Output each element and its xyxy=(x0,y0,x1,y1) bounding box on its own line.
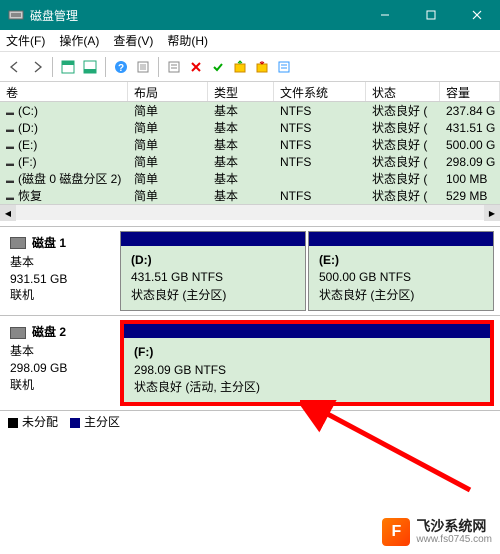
col-volume[interactable]: 卷 xyxy=(0,82,128,101)
partition[interactable]: (D:)431.51 GB NTFS状态良好 (主分区) xyxy=(120,231,306,311)
scroll-right-icon[interactable]: ▶ xyxy=(484,205,500,221)
help-icon[interactable]: ? xyxy=(112,58,130,76)
swatch-navy-icon xyxy=(70,418,80,428)
h-scrollbar[interactable]: ◀ ▶ xyxy=(0,204,500,220)
table-row[interactable]: ▬(F:)简单基本NTFS状态良好 (298.09 G xyxy=(0,153,500,170)
forward-icon[interactable] xyxy=(28,58,46,76)
col-type[interactable]: 类型 xyxy=(208,82,274,101)
separator xyxy=(105,57,106,77)
watermark-logo-icon: F xyxy=(382,518,410,546)
menu-help[interactable]: 帮助(H) xyxy=(167,32,208,49)
disk-graphical-pane: 磁盘 1基本931.51 GB联机(D:)431.51 GB NTFS状态良好 … xyxy=(0,226,500,410)
col-status[interactable]: 状态 xyxy=(366,82,440,101)
back-icon[interactable] xyxy=(6,58,24,76)
table-row[interactable]: ▬(C:)简单基本NTFS状态良好 (237.84 G xyxy=(0,102,500,119)
disk-icon xyxy=(10,237,26,249)
partition[interactable]: (E:)500.00 GB NTFS状态良好 (主分区) xyxy=(308,231,494,311)
legend-unallocated: 未分配 xyxy=(8,413,58,430)
toolbar: ? xyxy=(0,52,500,82)
view-top-icon[interactable] xyxy=(59,58,77,76)
volume-table-body: ▬(C:)简单基本NTFS状态良好 (237.84 G▬(D:)简单基本NTFS… xyxy=(0,102,500,204)
menu-view[interactable]: 查看(V) xyxy=(113,32,153,49)
disk-label[interactable]: 磁盘 1基本931.51 GB联机 xyxy=(0,227,120,315)
window-titlebar: 磁盘管理 xyxy=(0,0,500,30)
partition[interactable]: (F:)298.09 GB NTFS状态良好 (活动, 主分区) xyxy=(120,320,494,406)
folder-up-icon[interactable] xyxy=(231,58,249,76)
svg-text:?: ? xyxy=(118,63,124,74)
legend: 未分配 主分区 xyxy=(0,410,500,432)
legend-primary: 主分区 xyxy=(70,413,120,430)
table-row[interactable]: ▬(D:)简单基本NTFS状态良好 (431.51 G xyxy=(0,119,500,136)
col-filesystem[interactable]: 文件系统 xyxy=(274,82,366,101)
properties-icon[interactable] xyxy=(165,58,183,76)
volume-table-header: 卷 布局 类型 文件系统 状态 容量 xyxy=(0,82,500,102)
delete-icon[interactable] xyxy=(187,58,205,76)
view-bottom-icon[interactable] xyxy=(81,58,99,76)
partition-bar xyxy=(121,232,305,246)
partition-bar xyxy=(124,324,490,338)
folder-down-icon[interactable] xyxy=(253,58,271,76)
disk-row: 磁盘 1基本931.51 GB联机(D:)431.51 GB NTFS状态良好 … xyxy=(0,226,500,315)
separator xyxy=(158,57,159,77)
disk-row: 磁盘 2基本298.09 GB联机(F:)298.09 GB NTFS状态良好 … xyxy=(0,315,500,410)
maximize-button[interactable] xyxy=(408,0,454,30)
scroll-left-icon[interactable]: ◀ xyxy=(0,205,16,221)
col-capacity[interactable]: 容量 xyxy=(440,82,500,101)
list-icon[interactable] xyxy=(275,58,293,76)
minimize-button[interactable] xyxy=(362,0,408,30)
refresh-icon[interactable] xyxy=(134,58,152,76)
table-row[interactable]: ▬(磁盘 0 磁盘分区 2)简单基本状态良好 (100 MB xyxy=(0,170,500,187)
menu-bar: 文件(F) 操作(A) 查看(V) 帮助(H) xyxy=(0,30,500,52)
swatch-black-icon xyxy=(8,418,18,428)
col-layout[interactable]: 布局 xyxy=(128,82,208,101)
disk-label[interactable]: 磁盘 2基本298.09 GB联机 xyxy=(0,316,120,410)
menu-action[interactable]: 操作(A) xyxy=(59,32,99,49)
table-row[interactable]: ▬(E:)简单基本NTFS状态良好 (500.00 G xyxy=(0,136,500,153)
separator xyxy=(52,57,53,77)
disk-icon xyxy=(10,327,26,339)
partition-bar xyxy=(309,232,493,246)
close-button[interactable] xyxy=(454,0,500,30)
app-icon xyxy=(8,7,24,23)
table-row[interactable]: ▬恢复简单基本NTFS状态良好 (529 MB xyxy=(0,187,500,204)
check-icon[interactable] xyxy=(209,58,227,76)
watermark: F 飞沙系统网 www.fs0745.com xyxy=(382,518,492,546)
window-title: 磁盘管理 xyxy=(30,7,362,24)
watermark-text: 飞沙系统网 www.fs0745.com xyxy=(416,519,492,545)
menu-file[interactable]: 文件(F) xyxy=(6,32,45,49)
